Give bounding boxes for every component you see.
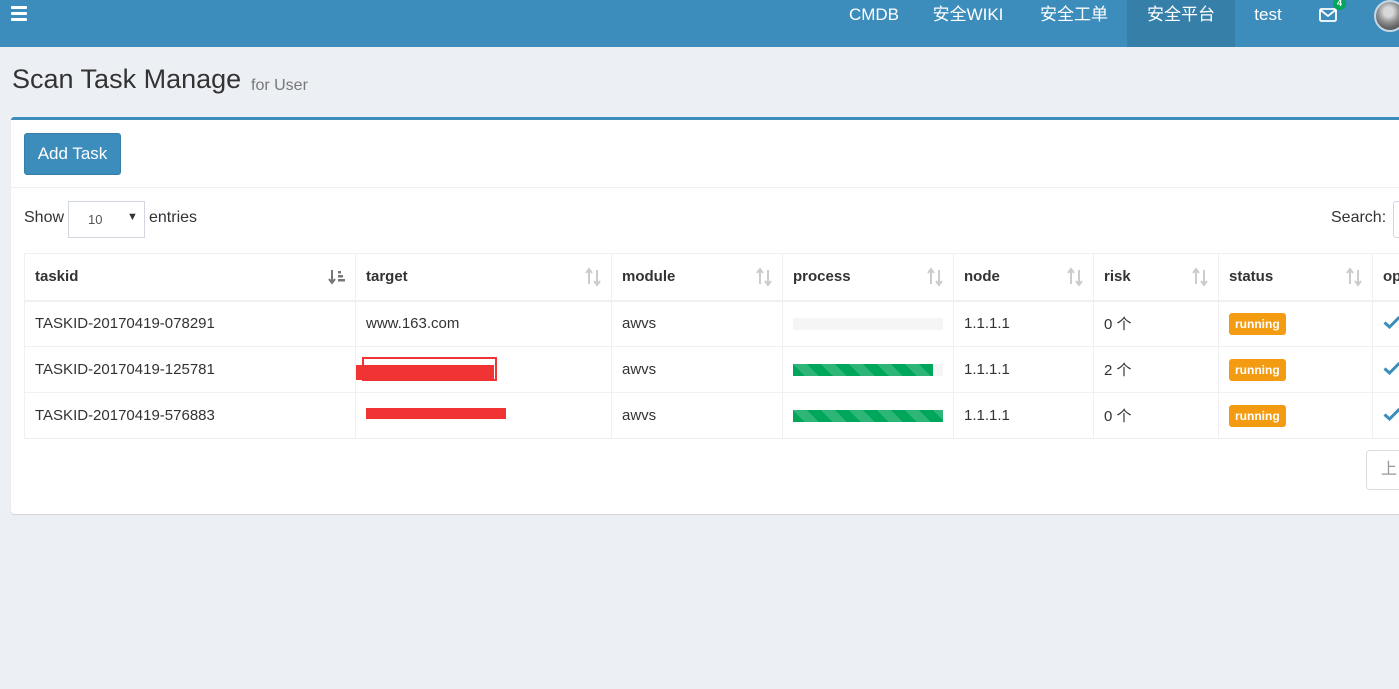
redaction-bar (356, 365, 494, 380)
col-header-process[interactable]: process (782, 253, 954, 302)
sort-both-icon (927, 267, 943, 287)
cell-node: 1.1.1.1 (953, 392, 1094, 439)
col-header-label: status (1229, 268, 1274, 286)
col-header-target[interactable]: target (355, 253, 612, 302)
col-header-label: process (793, 268, 851, 286)
check-icon[interactable] (1383, 361, 1399, 375)
sort-asc-icon (328, 270, 345, 285)
cell-taskid: TASKID-20170419-125781 (24, 346, 356, 393)
box-divider (11, 187, 1399, 188)
sort-both-icon (1346, 267, 1362, 287)
cell-target: www.163.com (355, 300, 612, 347)
sort-both-icon (1067, 267, 1083, 287)
cell-risk: 0 个 (1093, 392, 1219, 439)
cell-risk: 2 个 (1093, 346, 1219, 393)
redaction-bar (366, 408, 506, 419)
table-header-row: taskid target module process node risk s… (24, 253, 1399, 302)
status-badge: running (1229, 404, 1286, 427)
progress-track (793, 409, 943, 422)
col-header-label: taskid (35, 268, 79, 286)
progress-track (793, 317, 943, 330)
cell-status: running (1218, 392, 1373, 439)
cell-taskid: TASKID-20170419-078291 (24, 300, 356, 347)
col-header-taskid[interactable]: taskid (24, 253, 356, 302)
cell-status: running (1218, 346, 1373, 393)
nav-item-cmdb[interactable]: CMDB (834, 0, 914, 47)
entries-length-select[interactable]: 10 ▼ (68, 201, 145, 238)
mail-count-badge: 4 (1333, 0, 1346, 10)
top-navbar: CMDB 安全WIKI 安全工单 安全平台 test 4 (0, 0, 1399, 47)
sort-both-icon (1192, 267, 1208, 287)
cell-taskid: TASKID-20170419-576883 (24, 392, 356, 439)
cell-process (782, 346, 954, 393)
entries-label: entries (149, 209, 198, 226)
show-label: Show (24, 209, 65, 226)
sort-both-icon (756, 267, 772, 287)
cell-node: 1.1.1.1 (953, 346, 1094, 393)
col-header-label: risk (1104, 268, 1131, 286)
entries-length-value: 10 (88, 212, 103, 227)
progress-bar (793, 409, 943, 422)
cell-op (1372, 392, 1399, 439)
col-header-label: target (366, 268, 408, 286)
cell-module: awvs (611, 346, 783, 393)
hamburger-icon[interactable] (11, 6, 27, 22)
cell-process (782, 392, 954, 439)
task-box: Add Task Show 10 ▼ entries Search: taski… (11, 117, 1399, 514)
table-row: TASKID-20170419-576883 awvs 1.1.1.1 0 个 … (24, 392, 1399, 439)
search-label: Search: (1331, 209, 1387, 226)
col-header-risk[interactable]: risk (1093, 253, 1219, 302)
check-icon[interactable] (1383, 407, 1399, 421)
col-header-op[interactable]: op (1372, 253, 1399, 302)
col-header-module[interactable]: module (611, 253, 783, 302)
add-task-button[interactable]: Add Task (24, 133, 121, 175)
task-table: taskid target module process node risk s… (24, 253, 1399, 439)
cell-module: awvs (611, 300, 783, 347)
nav-item-user-test[interactable]: test (1238, 0, 1298, 47)
check-icon[interactable] (1383, 315, 1399, 329)
progress-track (793, 363, 943, 376)
cell-op (1372, 300, 1399, 347)
cell-node: 1.1.1.1 (953, 300, 1094, 347)
cell-op (1372, 346, 1399, 393)
caret-down-icon: ▼ (127, 211, 138, 223)
nav-item-security-platform[interactable]: 安全平台 (1127, 0, 1235, 47)
cell-module: awvs (611, 392, 783, 439)
col-header-label: node (964, 268, 1000, 286)
progress-bar (793, 363, 933, 376)
cell-target (355, 346, 612, 393)
table-row: TASKID-20170419-078291 www.163.com awvs … (24, 300, 1399, 347)
page-subtitle: for User (251, 77, 308, 94)
col-header-label: module (622, 268, 676, 286)
nav-item-security-ticket[interactable]: 安全工单 (1020, 0, 1128, 47)
page-title: Scan Task Manage (12, 64, 242, 94)
status-badge: running (1229, 358, 1286, 381)
envelope-icon[interactable] (1319, 8, 1337, 22)
cell-status: running (1218, 300, 1373, 347)
table-row: TASKID-20170419-125781 awvs 1.1.1.1 2 个 … (24, 346, 1399, 393)
target-text: www.163.com (366, 315, 460, 333)
user-avatar[interactable] (1374, 0, 1399, 32)
col-header-node[interactable]: node (953, 253, 1094, 302)
cell-target (355, 392, 612, 439)
col-header-label: op (1383, 268, 1399, 286)
search-input[interactable] (1393, 201, 1399, 238)
cell-risk: 0 个 (1093, 300, 1219, 347)
col-header-status[interactable]: status (1218, 253, 1373, 302)
nav-item-security-wiki[interactable]: 安全WIKI (920, 0, 1016, 47)
cell-process (782, 300, 954, 347)
sort-both-icon (585, 267, 601, 287)
status-badge: running (1229, 312, 1286, 335)
pagination-prev-button[interactable]: 上 (1366, 450, 1399, 490)
